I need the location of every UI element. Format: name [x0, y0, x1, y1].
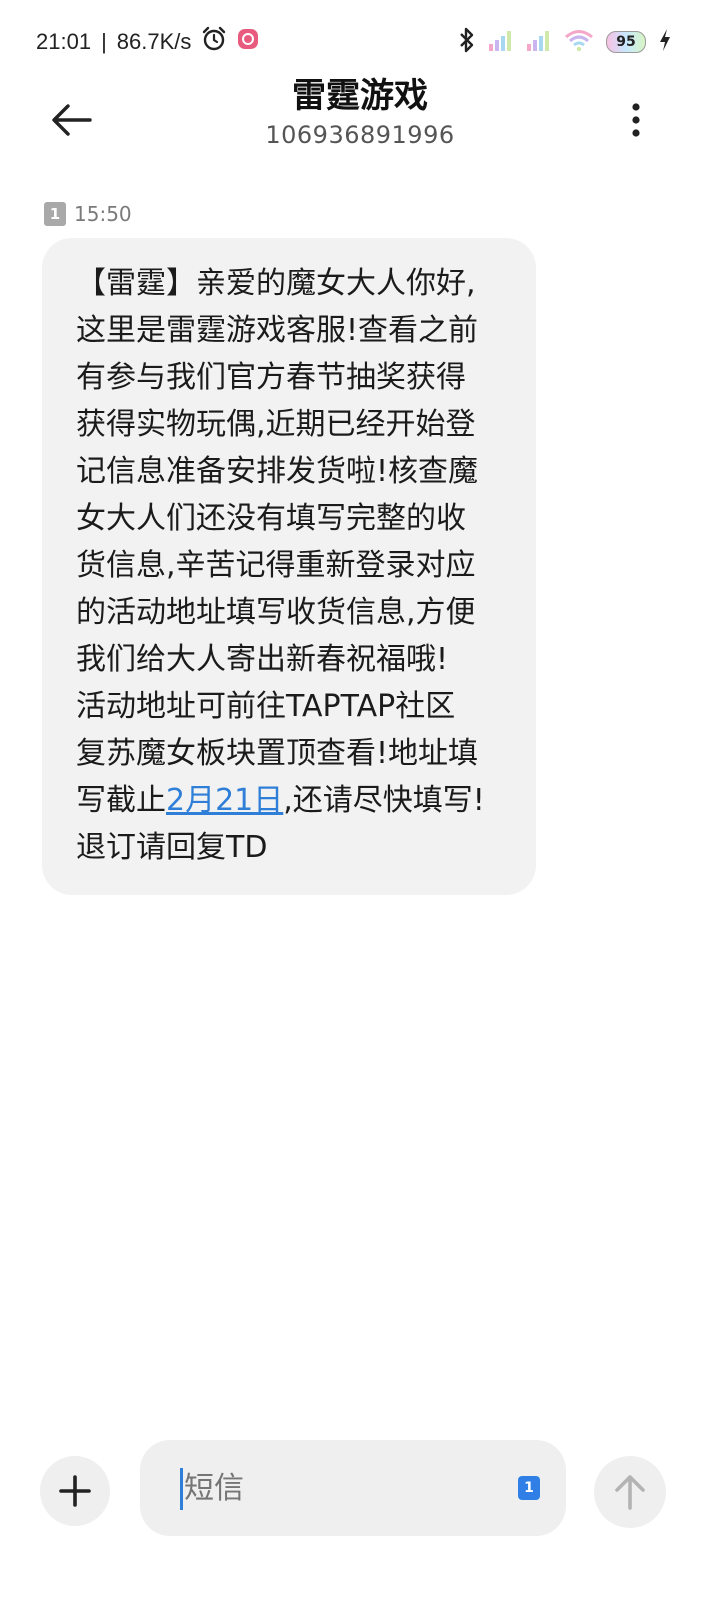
app-notification-icon: [237, 28, 259, 56]
message-line: 有参与我们官方春节抽奖获得: [76, 360, 466, 395]
message-line: 【雷霆】亲爱的魔女大人你好,: [76, 266, 476, 301]
header-title-group: 雷霆游戏 106936891996: [160, 76, 560, 150]
text-cursor: [180, 1468, 183, 1510]
sim-slot-badge: 1: [44, 202, 66, 226]
battery-level: 95: [616, 34, 636, 50]
deadline-suffix: ,还请尽快填写!: [283, 783, 485, 818]
send-button[interactable]: [594, 1456, 666, 1528]
message-line: 女大人们还没有填写完整的收: [76, 501, 466, 536]
more-vertical-icon: [632, 103, 640, 137]
message-line: 的活动地址填写收货信息,方便: [76, 595, 476, 630]
deadline-prefix: 写截止: [76, 783, 166, 818]
back-button[interactable]: [44, 92, 100, 148]
more-options-button[interactable]: [608, 92, 664, 148]
phone-number: 106936891996: [265, 121, 455, 149]
message-line: 活动地址可前往TAPTAP社区: [76, 689, 456, 724]
bluetooth-icon: [458, 26, 476, 58]
message-line: 记信息准备安排发货啦!核查魔: [76, 454, 479, 489]
message-line: 复苏魔女板块置顶查看!地址填: [76, 736, 479, 771]
conversation-header: 雷霆游戏 106936891996: [0, 76, 720, 170]
battery-icon: 95: [606, 31, 646, 53]
sms-input[interactable]: [184, 1468, 484, 1510]
signal-icon: [488, 28, 514, 56]
message-line: 货信息,辛苦记得重新登录对应: [76, 548, 476, 583]
status-left: 21:01 | 86.7K/s: [36, 26, 259, 58]
status-right: 95: [458, 26, 672, 58]
status-separator: |: [101, 29, 107, 54]
message-bubble[interactable]: 【雷霆】亲爱的魔女大人你好, 这里是雷霆游戏客服!查看之前 有参与我们官方春节抽…: [42, 238, 536, 895]
charging-icon: [658, 28, 672, 56]
wifi-icon: [564, 28, 594, 56]
add-attachment-button[interactable]: [40, 1456, 110, 1526]
sim-select-button[interactable]: 1: [518, 1476, 540, 1500]
message-composer: 1: [0, 1440, 720, 1540]
message-line: 我们给大人寄出新春祝福哦!: [76, 642, 449, 677]
sms-input-box[interactable]: 1: [140, 1440, 566, 1536]
message-line: 获得实物玩偶,近期已经开始登: [76, 407, 476, 442]
arrow-left-icon: [52, 104, 92, 136]
deadline-date-link[interactable]: 2月21日: [166, 783, 283, 818]
network-speed: 86.7K/s: [116, 29, 192, 54]
contact-name: 雷霆游戏: [292, 76, 428, 116]
message-line: 这里是雷霆游戏客服!查看之前: [76, 313, 479, 348]
signal-icon: [526, 28, 552, 56]
message-line: 退订请回复TD: [76, 830, 268, 865]
message-line: 写截止2月21日,还请尽快填写!: [76, 777, 506, 824]
arrow-up-icon: [615, 1475, 645, 1510]
status-bar: 21:01 | 86.7K/s 95: [0, 0, 720, 80]
sms-conversation-screen: 21:01 | 86.7K/s 95 雷霆游戏 106936891996 1 1…: [0, 0, 720, 1600]
message-time: 15:50: [74, 202, 132, 226]
plus-icon: [59, 1475, 91, 1507]
alarm-icon: [201, 26, 227, 58]
status-time: 21:01: [36, 29, 92, 54]
message-timestamp-row: 1 15:50: [44, 202, 132, 226]
